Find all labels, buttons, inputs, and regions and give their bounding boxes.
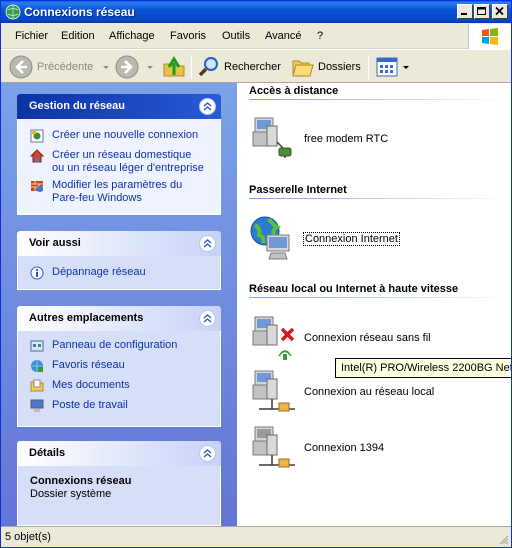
menu-help[interactable]: ?: [317, 30, 323, 42]
forward-arrow-icon: [115, 55, 139, 79]
network-tasks-title: Gestion du réseau: [29, 100, 125, 112]
see-also-box: Voir aussi Dépannage réseau: [17, 231, 221, 290]
group-title-lan: Réseau local ou Internet à haute vitesse: [249, 283, 459, 295]
connection-label: Connexion réseau sans fil: [304, 332, 431, 344]
views-button[interactable]: [374, 54, 410, 80]
connection-1394[interactable]: Connexion 1394: [249, 425, 509, 473]
network-tasks-body: Créer une nouvelle connexion Créer un ré…: [17, 119, 221, 215]
maximize-button[interactable]: [474, 4, 490, 19]
network-connections-icon: [5, 4, 21, 20]
other-places-body: Panneau de configuration Favoris réseau …: [17, 331, 221, 427]
search-button[interactable]: Rechercher: [196, 54, 284, 80]
my-documents-icon: [30, 379, 44, 392]
details-type: Dossier système: [30, 488, 112, 500]
close-icon: [495, 7, 504, 16]
connection-label: Connexion au réseau local: [304, 386, 435, 398]
see-also-body: Dépannage réseau: [17, 256, 221, 290]
views-icon: [376, 57, 398, 77]
connection-label: Connexion 1394: [304, 442, 385, 454]
windows-flag-icon: [482, 28, 498, 45]
other-places-box: Autres emplacements Panneau de configura…: [17, 306, 221, 427]
network-tasks-header[interactable]: Gestion du réseau: [17, 94, 221, 119]
network-places-icon: [31, 360, 43, 372]
toolbar-separator: [191, 55, 192, 79]
connection-modem[interactable]: free modem RTC: [249, 116, 509, 164]
details-title: Détails: [29, 447, 66, 459]
connections-view[interactable]: Accès à distance free modem RTC Passerel…: [237, 83, 511, 526]
menu-outils[interactable]: Outils: [222, 30, 250, 42]
close-button[interactable]: [492, 4, 508, 19]
collapse-chevron-icon[interactable]: [199, 310, 216, 327]
folders-button[interactable]: Dossiers: [290, 54, 364, 80]
forward-button[interactable]: [115, 54, 155, 80]
other-places-title: Autres emplacements: [29, 312, 144, 324]
info-icon: [30, 266, 44, 280]
folders-label: Dossiers: [318, 61, 361, 73]
windows-logo: [468, 24, 511, 49]
toolbar-separator: [368, 55, 369, 79]
back-label: Précédente: [37, 61, 94, 73]
back-arrow-icon: [9, 55, 33, 79]
group-divider: [249, 99, 509, 100]
firewire-connection-icon: [252, 426, 295, 468]
see-also-header[interactable]: Voir aussi: [17, 231, 221, 256]
window: Connexions réseau Fichier Edition Affich…: [0, 0, 512, 548]
menu-avance[interactable]: Avancé: [265, 30, 302, 42]
wireless-disconnected-icon: [252, 316, 295, 360]
toolbar: Précédente Rechercher Dossiers: [1, 49, 511, 83]
details-box: Détails Connexions réseau Dossier systèm…: [17, 441, 221, 526]
connection-label: Connexion Internet: [303, 232, 400, 246]
content-area: Gestion du réseau Créer une nouvelle con…: [1, 83, 511, 526]
menu-edition[interactable]: Edition: [61, 30, 95, 42]
details-body: Connexions réseau Dossier système: [17, 466, 221, 526]
title-bar[interactable]: Connexions réseau: [1, 1, 511, 23]
group-divider: [249, 297, 509, 298]
menu-bar: Fichier Edition Affichage Favoris Outils…: [1, 23, 511, 49]
details-header[interactable]: Détails: [17, 441, 221, 466]
collapse-chevron-icon[interactable]: [199, 445, 216, 462]
up-folder-icon: [163, 56, 185, 77]
menu-favoris[interactable]: Favoris: [170, 30, 206, 42]
chevron-down-icon: [103, 66, 109, 69]
menu-affichage[interactable]: Affichage: [109, 30, 155, 42]
up-folder-button[interactable]: [161, 54, 187, 80]
search-label: Rechercher: [224, 61, 281, 73]
connection-internet[interactable]: Connexion Internet: [249, 215, 509, 263]
search-icon: [198, 57, 218, 77]
chevron-down-icon: [147, 66, 153, 69]
folders-icon: [292, 60, 314, 77]
maximize-icon: [477, 7, 486, 15]
group-title-remote: Accès à distance: [249, 85, 339, 97]
details-name: Connexions réseau: [30, 475, 132, 487]
internet-gateway-icon: [250, 216, 290, 260]
connection-label: free modem RTC: [304, 133, 389, 145]
minimize-icon: [461, 13, 467, 15]
status-text: 5 objet(s): [5, 531, 51, 543]
minimize-button[interactable]: [457, 4, 473, 19]
menu-fichier[interactable]: Fichier: [15, 30, 48, 42]
back-button[interactable]: Précédente: [7, 54, 109, 80]
lan-connection-icon: [252, 370, 295, 412]
my-computer-icon: [30, 399, 44, 412]
group-divider: [249, 198, 509, 199]
tooltip: Intel(R) PRO/Wireless 2200BG Network Con…: [335, 358, 511, 378]
chevron-down-icon: [403, 66, 409, 69]
collapse-chevron-icon[interactable]: [199, 235, 216, 252]
firewall-icon: [31, 181, 43, 192]
task-pane: Gestion du réseau Créer une nouvelle con…: [1, 83, 237, 526]
other-places-header[interactable]: Autres emplacements: [17, 306, 221, 331]
resize-grip-icon[interactable]: [497, 533, 509, 545]
collapse-chevron-icon[interactable]: [199, 98, 216, 115]
window-title: Connexions réseau: [24, 5, 135, 19]
status-bar: 5 objet(s): [1, 526, 511, 547]
home-network-icon: [30, 149, 44, 163]
see-also-title: Voir aussi: [29, 237, 81, 249]
network-tasks-box: Gestion du réseau Créer une nouvelle con…: [17, 94, 221, 215]
modem-connection-icon: [252, 117, 292, 158]
group-title-gateway: Passerelle Internet: [249, 184, 347, 196]
new-connection-icon: [30, 129, 44, 143]
control-panel-icon: [30, 340, 44, 352]
connection-wireless[interactable]: Connexion réseau sans fil: [249, 315, 509, 363]
